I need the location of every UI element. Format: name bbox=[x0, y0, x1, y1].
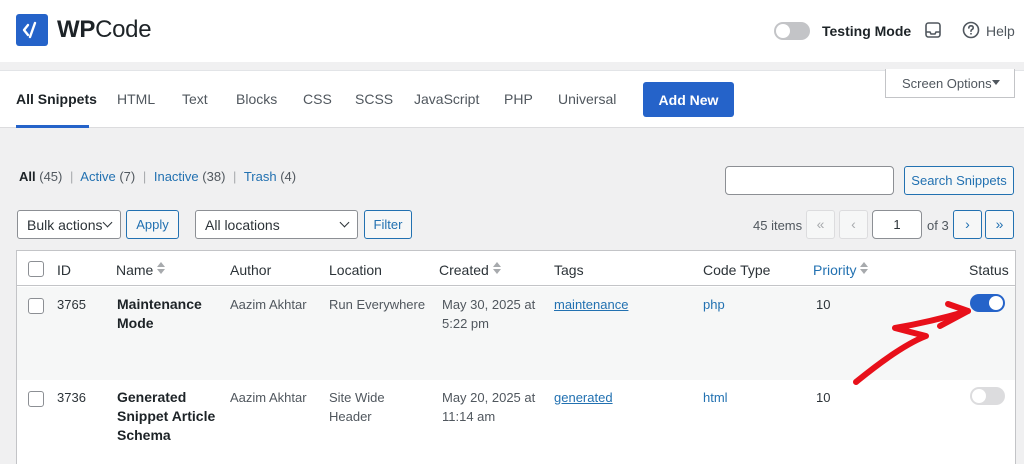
column-status: Status bbox=[969, 262, 1009, 278]
active-tab-indicator bbox=[16, 125, 89, 128]
tab-universal[interactable]: Universal bbox=[558, 91, 616, 107]
view-active[interactable]: Active bbox=[80, 169, 115, 184]
tab-php[interactable]: PHP bbox=[504, 91, 533, 107]
tab-scss[interactable]: SCSS bbox=[355, 91, 393, 107]
last-page-button[interactable]: » bbox=[985, 210, 1014, 239]
chevron-down-icon bbox=[102, 217, 113, 228]
view-separator: | bbox=[142, 169, 147, 184]
locations-select[interactable]: All locations bbox=[195, 210, 358, 239]
current-page-input[interactable]: 1 bbox=[872, 210, 922, 239]
snippet-location: Run Everywhere bbox=[329, 297, 426, 312]
snippet-name-line[interactable]: Maintenance bbox=[117, 295, 202, 314]
next-page-button[interactable]: › bbox=[953, 210, 982, 239]
testing-mode-toggle[interactable] bbox=[774, 22, 810, 40]
column-author: Author bbox=[230, 262, 272, 278]
view-inactive[interactable]: Inactive bbox=[154, 169, 199, 184]
tab-css[interactable]: CSS bbox=[303, 91, 332, 107]
testing-mode-label: Testing Mode bbox=[822, 23, 912, 39]
top-header: WPCode Testing Mode Help bbox=[0, 0, 1024, 62]
column-code-type: Code Type bbox=[703, 262, 771, 278]
help-circle-icon[interactable] bbox=[962, 21, 980, 39]
snippet-type-tabs: All Snippets HTML Text Blocks CSS SCSS J… bbox=[0, 70, 1024, 128]
snippet-name-line[interactable]: Mode bbox=[117, 314, 154, 333]
snippet-created: May 30, 2025 at bbox=[442, 297, 536, 312]
items-count: 45 items bbox=[753, 218, 803, 233]
snippet-name-line[interactable]: Generated bbox=[117, 388, 186, 407]
snippet-id: 3736 bbox=[57, 390, 86, 405]
first-page-button: « bbox=[806, 210, 835, 239]
tab-javascript[interactable]: JavaScript bbox=[414, 91, 479, 107]
snippet-author: Aazim Akhtar bbox=[230, 297, 307, 312]
screen-options-label: Screen Options bbox=[902, 76, 992, 91]
snippet-tag-link[interactable]: generated bbox=[554, 388, 613, 407]
view-active-count: (7) bbox=[119, 169, 136, 184]
screen-options-button[interactable]: Screen Options bbox=[885, 69, 1015, 98]
tab-all-snippets[interactable]: All Snippets bbox=[16, 91, 97, 107]
search-snippets-button[interactable]: Search Snippets bbox=[904, 166, 1014, 195]
annotation-arrow-icon bbox=[853, 301, 971, 385]
total-pages: of 3 bbox=[927, 218, 949, 233]
chevron-down-icon bbox=[339, 217, 350, 228]
snippet-created: 5:22 pm bbox=[442, 316, 489, 331]
inbox-icon[interactable] bbox=[924, 21, 942, 39]
view-all-count: (45) bbox=[39, 169, 63, 184]
column-created[interactable]: Created bbox=[439, 262, 489, 278]
sort-icon[interactable] bbox=[157, 262, 165, 275]
snippet-created: May 20, 2025 at bbox=[442, 390, 536, 405]
view-inactive-count: (38) bbox=[202, 169, 226, 184]
status-filter-views: All (45) | Active (7) | Inactive (38) | … bbox=[19, 169, 296, 184]
sort-icon[interactable] bbox=[860, 262, 868, 275]
caret-down-icon bbox=[992, 80, 1000, 85]
column-location: Location bbox=[329, 262, 382, 278]
row-checkbox[interactable] bbox=[28, 298, 44, 314]
tab-blocks[interactable]: Blocks bbox=[236, 91, 277, 107]
column-id: ID bbox=[57, 262, 71, 278]
tab-html[interactable]: HTML bbox=[117, 91, 155, 107]
snippet-tag-link[interactable]: maintenance bbox=[554, 295, 628, 314]
row-checkbox[interactable] bbox=[28, 391, 44, 407]
prev-page-button: ‹ bbox=[839, 210, 868, 239]
search-snippets-input[interactable] bbox=[725, 166, 894, 195]
snippet-name-line[interactable]: Snippet Article bbox=[117, 407, 215, 426]
snippet-created: 11:14 am bbox=[442, 409, 496, 424]
snippet-priority: 10 bbox=[816, 390, 831, 405]
apply-button[interactable]: Apply bbox=[126, 210, 179, 239]
sort-icon[interactable] bbox=[493, 262, 501, 275]
view-trash[interactable]: Trash bbox=[244, 169, 277, 184]
column-tags: Tags bbox=[554, 262, 584, 278]
snippet-location: Header bbox=[329, 409, 372, 424]
column-name[interactable]: Name bbox=[116, 262, 153, 278]
bulk-actions-value: Bulk actions bbox=[27, 217, 103, 233]
snippet-id: 3765 bbox=[57, 297, 86, 312]
view-trash-count: (4) bbox=[280, 169, 297, 184]
snippet-code-type[interactable]: html bbox=[703, 388, 728, 407]
column-priority[interactable]: Priority bbox=[813, 262, 857, 278]
help-link[interactable]: Help bbox=[986, 23, 1015, 39]
wpcode-logo-icon bbox=[16, 14, 48, 46]
snippet-name-line[interactable]: Schema bbox=[117, 426, 171, 445]
select-all-checkbox[interactable] bbox=[28, 261, 44, 277]
add-new-button[interactable]: Add New bbox=[643, 82, 734, 117]
snippet-code-type[interactable]: php bbox=[703, 295, 725, 314]
filter-button[interactable]: Filter bbox=[364, 210, 412, 239]
view-separator: | bbox=[70, 169, 74, 184]
snippet-priority: 10 bbox=[816, 297, 831, 312]
bulk-actions-select[interactable]: Bulk actions bbox=[17, 210, 121, 239]
snippet-author: Aazim Akhtar bbox=[230, 390, 307, 405]
toggle-knob bbox=[989, 296, 1003, 310]
view-all[interactable]: All bbox=[19, 169, 36, 184]
logo-wordmark: WPCode bbox=[57, 16, 152, 43]
tab-text[interactable]: Text bbox=[182, 91, 208, 107]
table-header: ID Name Author Location Created Tags Cod… bbox=[17, 251, 1015, 286]
snippet-location: Site Wide bbox=[329, 390, 385, 405]
locations-value: All locations bbox=[205, 217, 280, 233]
view-separator: | bbox=[233, 169, 237, 184]
